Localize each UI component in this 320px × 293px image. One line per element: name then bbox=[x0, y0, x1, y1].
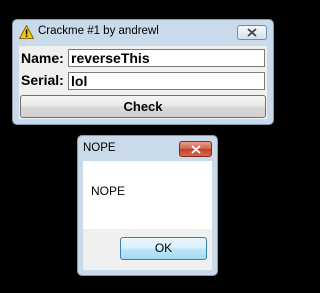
warning-icon bbox=[19, 25, 34, 39]
serial-label: Serial: bbox=[21, 72, 64, 88]
crackme-window: Crackme #1 by andrewl Name: reverseThis … bbox=[12, 19, 274, 125]
crackme-client-area: Name: reverseThis Serial: lol Check bbox=[19, 46, 267, 119]
nope-dialog-title[interactable]: NOPE bbox=[83, 142, 116, 154]
nope-message: NOPE bbox=[91, 184, 126, 198]
ok-button[interactable]: OK bbox=[120, 237, 207, 260]
check-button[interactable]: Check bbox=[20, 95, 266, 118]
name-label: Name: bbox=[21, 50, 64, 66]
nope-close-button[interactable] bbox=[179, 141, 212, 157]
name-input[interactable]: reverseThis bbox=[68, 49, 265, 67]
nope-dialog-body: NOPE bbox=[83, 161, 212, 229]
close-icon bbox=[247, 28, 257, 37]
crackme-close-button[interactable] bbox=[237, 25, 267, 40]
close-icon bbox=[191, 145, 201, 154]
nope-dialog-footer: OK bbox=[83, 229, 212, 270]
serial-input[interactable]: lol bbox=[68, 72, 265, 90]
nope-dialog: NOPE NOPE OK bbox=[77, 135, 218, 276]
crackme-title: Crackme #1 by andrewl bbox=[38, 25, 159, 37]
crackme-titlebar[interactable]: Crackme #1 by andrewl bbox=[13, 20, 273, 45]
